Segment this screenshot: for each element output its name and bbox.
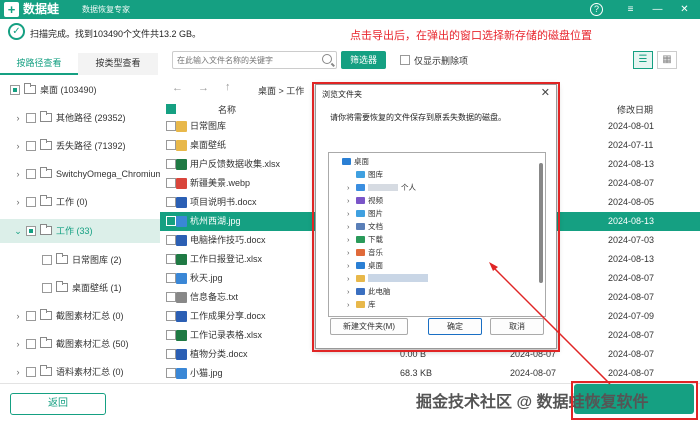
annotation-arrow (489, 262, 611, 385)
